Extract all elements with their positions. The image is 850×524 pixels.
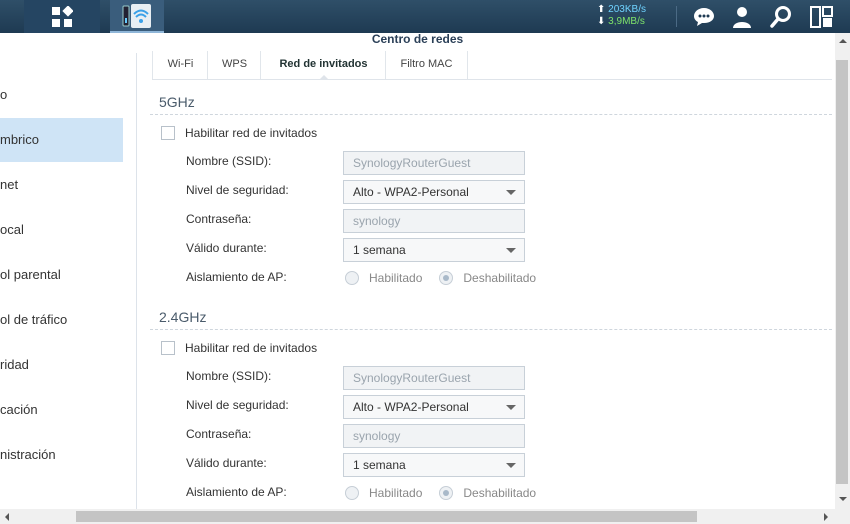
- radio-disabled[interactable]: [439, 486, 454, 500]
- widgets-icon[interactable]: [810, 5, 834, 29]
- password-label: Contraseña:: [186, 427, 252, 441]
- security-select-5ghz[interactable]: Alto - WPA2-Personal: [343, 180, 525, 204]
- sidebar-item-internet[interactable]: net: [0, 163, 123, 207]
- isolation-radios-24ghz: Habilitado Deshabilitado: [345, 484, 536, 502]
- sidebar-item-0[interactable]: o: [0, 73, 123, 117]
- password-input-24ghz[interactable]: synology: [343, 424, 525, 448]
- horizontal-scrollbar[interactable]: [0, 509, 835, 524]
- valid-label: Válido durante:: [186, 456, 267, 470]
- section-divider: [150, 114, 832, 115]
- security-label: Nivel de seguridad:: [186, 183, 289, 197]
- scroll-up-arrow-icon[interactable]: [839, 39, 847, 43]
- chevron-down-icon: [506, 463, 516, 468]
- valid-select-24ghz[interactable]: 1 semana: [343, 453, 525, 477]
- sidebar-item-administration[interactable]: nistración: [0, 433, 123, 477]
- password-label: Contraseña:: [186, 212, 252, 226]
- down-arrow-icon: ⬇: [597, 16, 606, 27]
- password-input-5ghz[interactable]: synology: [343, 209, 525, 233]
- security-label: Nivel de seguridad:: [186, 398, 289, 412]
- sidebar-item-traffic-control[interactable]: ol de tráfico: [0, 298, 123, 342]
- network-rates: ⬆ 203KB/s ⬇ 3,9MB/s: [597, 4, 667, 28]
- download-rate: ⬇ 3,9MB/s: [597, 16, 645, 27]
- main-menu-icon: [52, 5, 73, 27]
- security-value: Alto - WPA2-Personal: [353, 185, 469, 199]
- section-divider: [150, 329, 832, 330]
- section-title-24ghz: 2.4GHz: [159, 309, 207, 325]
- taskbar: ⬆ 203KB/s ⬇ 3,9MB/s: [0, 0, 850, 33]
- radio-enabled[interactable]: [345, 271, 359, 285]
- chat-icon[interactable]: [692, 5, 716, 29]
- ssid-input-5ghz[interactable]: SynologyRouterGuest: [343, 151, 525, 175]
- chevron-down-icon: [506, 248, 516, 253]
- main-menu-button[interactable]: [24, 0, 100, 33]
- sidebar-item-parental-control[interactable]: ol parental: [0, 253, 123, 297]
- tab-wifi[interactable]: Wi-Fi: [152, 51, 208, 79]
- enable-label: Habilitar red de invitados: [185, 126, 318, 140]
- radio-enabled[interactable]: [345, 486, 359, 500]
- security-select-24ghz[interactable]: Alto - WPA2-Personal: [343, 395, 525, 419]
- chevron-down-icon: [506, 190, 516, 195]
- isolation-label: Aislamiento de AP:: [186, 270, 287, 284]
- sidebar-item-local-network[interactable]: ocal: [0, 208, 123, 252]
- vertical-scroll-thumb[interactable]: [836, 60, 848, 484]
- isolation-radios-5ghz: Habilitado Deshabilitado: [345, 269, 536, 287]
- network-center-taskbar-button[interactable]: [110, 0, 164, 33]
- ssid-label: Nombre (SSID):: [186, 154, 272, 168]
- tab-wps[interactable]: WPS: [207, 51, 261, 79]
- isolation-label: Aislamiento de AP:: [186, 485, 287, 499]
- sidebar-item-notification[interactable]: cación: [0, 388, 123, 432]
- tab-mac-filter[interactable]: Filtro MAC: [385, 51, 468, 79]
- sidebar-item-security[interactable]: ridad: [0, 343, 123, 387]
- network-center-window: Centro de redes o mbrico net ocal ol par…: [0, 33, 850, 524]
- scroll-right-arrow-icon[interactable]: [824, 513, 828, 521]
- search-icon[interactable]: [770, 5, 794, 29]
- ssid-input-24ghz[interactable]: SynologyRouterGuest: [343, 366, 525, 390]
- radio-disabled-label: Deshabilitado: [463, 271, 537, 285]
- security-value: Alto - WPA2-Personal: [353, 400, 469, 414]
- radio-disabled[interactable]: [439, 271, 454, 285]
- enable-label: Habilitar red de invitados: [185, 341, 318, 355]
- checkbox[interactable]: [161, 126, 175, 140]
- tab-bar: Wi-Fi WPS Red de invitados Filtro MAC: [152, 51, 832, 80]
- sidebar-item-wireless[interactable]: mbrico: [0, 118, 123, 162]
- ssid-label: Nombre (SSID):: [186, 369, 272, 383]
- upload-rate: ⬆ 203KB/s: [597, 4, 646, 15]
- valid-value: 1 semana: [353, 458, 406, 472]
- valid-select-5ghz[interactable]: 1 semana: [343, 238, 525, 262]
- scroll-down-arrow-icon[interactable]: [839, 497, 847, 501]
- vertical-scrollbar[interactable]: [835, 33, 850, 509]
- window-title: Centro de redes: [371, 32, 464, 46]
- wifi-app-icon: [122, 3, 151, 28]
- valid-value: 1 semana: [353, 243, 406, 257]
- radio-enabled-label: Habilitado: [369, 271, 423, 285]
- chevron-down-icon: [506, 405, 516, 410]
- valid-label: Válido durante:: [186, 241, 267, 255]
- sidebar: o mbrico net ocal ol parental ol de tráf…: [0, 53, 137, 509]
- enable-guest-5ghz[interactable]: Habilitar red de invitados: [161, 125, 317, 141]
- radio-disabled-label: Deshabilitado: [463, 486, 537, 500]
- tab-guest-network[interactable]: Red de invitados: [260, 51, 386, 80]
- scrollbar-corner: [835, 509, 850, 524]
- horizontal-scroll-thumb[interactable]: [76, 511, 697, 522]
- taskbar-divider: [676, 6, 677, 27]
- scroll-left-arrow-icon[interactable]: [5, 513, 9, 521]
- section-title-5ghz: 5GHz: [159, 94, 195, 110]
- user-icon[interactable]: [730, 5, 754, 29]
- checkbox[interactable]: [161, 341, 175, 355]
- up-arrow-icon: ⬆: [597, 4, 606, 15]
- radio-enabled-label: Habilitado: [369, 486, 423, 500]
- enable-guest-24ghz[interactable]: Habilitar red de invitados: [161, 340, 317, 356]
